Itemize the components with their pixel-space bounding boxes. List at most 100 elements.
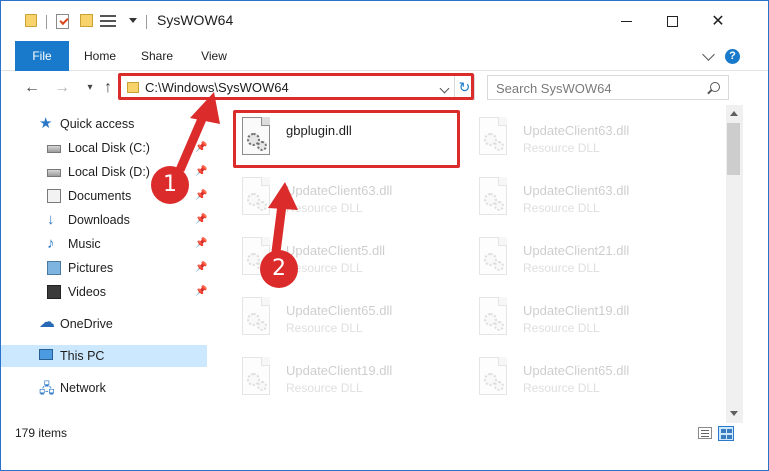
- sidebar-item-onedrive[interactable]: ☁ OneDrive: [1, 313, 207, 335]
- drive-icon: [47, 169, 61, 177]
- file-type: Resource DLL: [286, 261, 363, 275]
- pin-icon[interactable]: 📌: [195, 262, 207, 273]
- sidebar-item-label: Local Disk (C:): [68, 141, 150, 155]
- file-highlight: [233, 110, 460, 168]
- file-type: Resource DLL: [523, 141, 600, 155]
- sidebar-item-label: Downloads: [68, 213, 130, 227]
- dll-file-icon: [475, 295, 511, 339]
- dll-file-icon: [475, 355, 511, 399]
- file-name: UpdateClient19.dll: [286, 363, 393, 378]
- documents-icon: [47, 189, 61, 203]
- file-name: UpdateClient63.dll: [286, 183, 393, 198]
- file-type: Resource DLL: [523, 261, 600, 275]
- search-icon[interactable]: [710, 82, 720, 92]
- forward-arrow-icon[interactable]: →: [53, 79, 71, 97]
- sidebar-item-label: Videos: [68, 285, 106, 299]
- quick-access-dropdown-icon[interactable]: [129, 18, 137, 23]
- tab-home[interactable]: Home: [77, 41, 123, 71]
- download-icon: ↓: [47, 211, 55, 228]
- pin-icon[interactable]: 📌: [195, 214, 207, 225]
- properties-icon[interactable]: [56, 14, 69, 29]
- drive-icon: [47, 145, 61, 153]
- film-icon: [47, 285, 61, 299]
- sidebar-item-this-pc[interactable]: This PC: [1, 345, 207, 367]
- dll-file-icon: [238, 295, 274, 339]
- vertical-scrollbar[interactable]: [726, 105, 743, 423]
- customize-list-icon[interactable]: [100, 14, 116, 28]
- maximize-button[interactable]: [649, 1, 695, 41]
- scroll-up-icon[interactable]: [730, 111, 738, 116]
- star-icon: ★: [39, 115, 53, 132]
- divider: [146, 15, 147, 29]
- pictures-icon: [47, 261, 61, 275]
- sidebar-item-quick-access[interactable]: ★ Quick access: [1, 113, 207, 135]
- file-name: UpdateClient63.dll: [523, 123, 630, 138]
- sidebar-item-pictures[interactable]: Pictures 📌: [1, 257, 207, 279]
- details-view-icon[interactable]: [698, 427, 712, 439]
- file-name: UpdateClient65.dll: [523, 363, 630, 378]
- cloud-icon: ☁: [39, 314, 55, 331]
- music-icon: ♪: [47, 235, 55, 252]
- file-item[interactable]: UpdateClient65.dll Resource DLL: [238, 295, 468, 351]
- file-item[interactable]: UpdateClient63.dll Resource DLL: [475, 115, 705, 171]
- title-bar: SysWOW64 ✕: [1, 1, 768, 41]
- pin-icon[interactable]: 📌: [195, 166, 207, 177]
- divider: [46, 15, 47, 29]
- window-title: SysWOW64: [157, 12, 234, 28]
- status-bar: 179 items: [1, 423, 768, 445]
- file-type: Resource DLL: [286, 381, 363, 395]
- minimize-button[interactable]: [603, 1, 649, 41]
- network-icon: 🖧: [39, 380, 55, 396]
- sidebar-item-music[interactable]: ♪ Music 📌: [1, 233, 207, 255]
- dll-file-icon: [238, 355, 274, 399]
- file-name: UpdateClient5.dll: [286, 243, 386, 258]
- file-type: Resource DLL: [523, 381, 600, 395]
- search-input[interactable]: Search SysWOW64: [487, 75, 729, 100]
- window-bottom: [1, 445, 768, 470]
- folder-icon[interactable]: [25, 14, 37, 27]
- sidebar-item-downloads[interactable]: ↓ Downloads 📌: [1, 209, 207, 231]
- maximize-icon: [666, 15, 678, 27]
- help-icon[interactable]: ?: [725, 49, 740, 64]
- new-folder-icon[interactable]: [80, 14, 93, 27]
- file-name: UpdateClient63.dll: [523, 183, 630, 198]
- file-type: Resource DLL: [523, 321, 600, 335]
- tiles-view-icon[interactable]: [718, 426, 734, 441]
- file-item[interactable]: UpdateClient19.dll Resource DLL: [475, 295, 705, 351]
- explorer-window: SysWOW64 ✕ File Home Share View ? ← → ▾ …: [0, 0, 769, 471]
- sidebar-item-network[interactable]: 🖧 Network: [1, 377, 207, 399]
- sidebar-item-local-disk-c[interactable]: Local Disk (C:) 📌: [1, 137, 207, 159]
- up-arrow-icon[interactable]: ↑: [99, 79, 117, 97]
- item-count: 179 items: [15, 426, 68, 440]
- tab-view[interactable]: View: [191, 41, 237, 71]
- file-type: Resource DLL: [286, 201, 363, 215]
- pin-icon[interactable]: 📌: [195, 190, 207, 201]
- file-item[interactable]: UpdateClient63.dll Resource DLL: [238, 175, 468, 231]
- address-bar-highlight: [118, 73, 474, 100]
- sidebar-item-label: Network: [60, 381, 106, 395]
- sidebar-item-label: Music: [68, 237, 101, 251]
- file-item[interactable]: UpdateClient19.dll Resource DLL: [238, 355, 468, 411]
- dll-file-icon: [475, 235, 511, 279]
- file-name: UpdateClient21.dll: [523, 243, 630, 258]
- ribbon-tabs: File Home Share View ?: [1, 41, 768, 71]
- tab-file[interactable]: File: [15, 41, 69, 71]
- pin-icon[interactable]: 📌: [195, 286, 207, 297]
- expand-ribbon-icon[interactable]: [702, 48, 715, 61]
- tab-share[interactable]: Share: [134, 41, 180, 71]
- sidebar-item-label: This PC: [60, 349, 105, 363]
- pin-icon[interactable]: 📌: [195, 142, 207, 153]
- file-item[interactable]: UpdateClient63.dll Resource DLL: [475, 175, 705, 231]
- file-item[interactable]: UpdateClient21.dll Resource DLL: [475, 235, 705, 291]
- recent-locations-icon[interactable]: ▾: [81, 79, 99, 97]
- scroll-thumb[interactable]: [727, 123, 740, 175]
- dll-file-icon: [475, 115, 511, 159]
- minimize-icon: [620, 20, 632, 22]
- file-name: UpdateClient19.dll: [523, 303, 630, 318]
- file-item[interactable]: UpdateClient65.dll Resource DLL: [475, 355, 705, 411]
- pin-icon[interactable]: 📌: [195, 238, 207, 249]
- close-button[interactable]: ✕: [695, 1, 741, 41]
- back-arrow-icon[interactable]: ←: [23, 79, 41, 97]
- scroll-down-icon[interactable]: [730, 411, 738, 416]
- sidebar-item-videos[interactable]: Videos 📌: [1, 281, 207, 303]
